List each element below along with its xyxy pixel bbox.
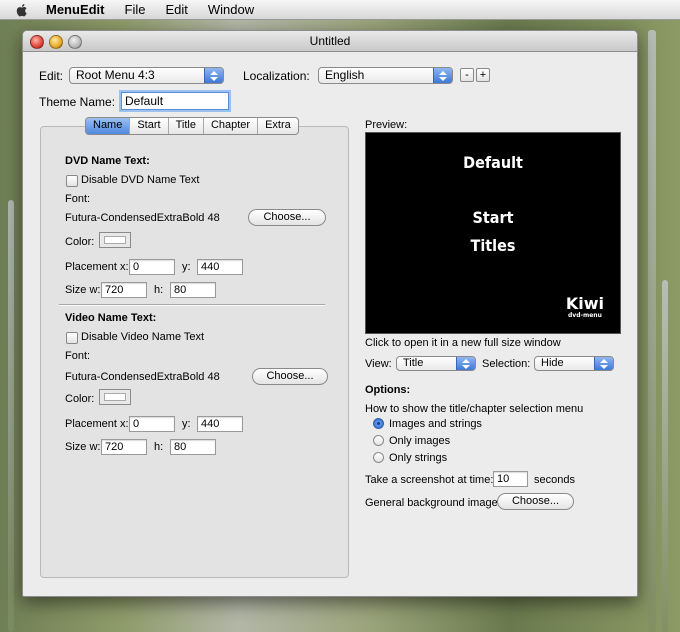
screenshot-time-input[interactable]: 10 <box>493 471 528 487</box>
menu-file[interactable]: File <box>125 2 146 17</box>
minimize-button[interactable] <box>49 35 63 49</box>
radio-images-and-strings-label: Images and strings <box>389 418 482 430</box>
preview-titles-text: Titles <box>470 236 516 255</box>
localization-label: Localization: <box>243 69 310 83</box>
radio-images-and-strings[interactable] <box>373 418 384 429</box>
video-name-heading: Video Name Text: <box>65 312 157 324</box>
close-button[interactable] <box>30 35 44 49</box>
preview-image[interactable]: Default Start Titles Kiwi dvd-menu <box>365 132 621 334</box>
menu-edit[interactable]: Edit <box>165 2 187 17</box>
popup-arrows-icon <box>433 68 452 83</box>
preview-start-text: Start <box>472 208 514 227</box>
selection-menu-question: How to show the title/chapter selection … <box>365 403 584 415</box>
dvd-font-choose-button[interactable]: Choose... <box>248 209 326 226</box>
dvd-size-label: Size w: <box>65 284 101 296</box>
background-image-label: General background image: <box>365 497 501 509</box>
dvd-name-heading: DVD Name Text: <box>65 155 150 167</box>
popup-arrows-icon <box>456 357 475 370</box>
view-select[interactable]: Title <box>396 356 476 371</box>
remove-localization-button[interactable]: - <box>460 68 474 82</box>
main-window: Untitled Edit: Root Menu 4:3 Localizatio… <box>22 30 638 597</box>
options-heading: Options: <box>365 384 411 396</box>
kiwi-logo-subtext: dvd-menu <box>567 312 602 319</box>
preview-hint: Click to open it in a new full size wind… <box>365 337 561 349</box>
dvd-size-w-input[interactable]: 720 <box>101 282 147 298</box>
video-size-w-input[interactable]: 720 <box>101 439 147 455</box>
dvd-placement-x-input[interactable]: 0 <box>129 259 175 275</box>
tab-title[interactable]: Title <box>169 118 204 134</box>
dvd-h-label: h: <box>154 284 164 296</box>
dvd-font-label: Font: <box>65 193 91 205</box>
window-title: Untitled <box>309 34 351 48</box>
kiwi-logo-text: Kiwi <box>565 294 604 313</box>
theme-name-input[interactable]: Default <box>121 92 229 110</box>
preview-label: Preview: <box>365 119 408 131</box>
edit-menu-value: Root Menu 4:3 <box>76 68 155 82</box>
background-stalk <box>8 200 14 632</box>
dvd-color-well[interactable] <box>99 232 131 248</box>
video-font-choose-button[interactable]: Choose... <box>252 368 328 385</box>
background-stalk <box>648 30 656 632</box>
video-placement-x-input[interactable]: 0 <box>129 416 175 432</box>
theme-name-label: Theme Name: <box>39 95 116 109</box>
edit-label: Edit: <box>39 69 64 83</box>
radio-only-strings-label: Only strings <box>389 452 448 464</box>
dvd-y-label: y: <box>182 261 191 273</box>
menu-bar: MenuEdit File Edit Window <box>0 0 680 20</box>
view-label: View: <box>365 358 392 370</box>
video-size-label: Size w: <box>65 441 101 453</box>
tab-chapter[interactable]: Chapter <box>204 118 259 134</box>
video-font-value: Futura-CondensedExtraBold 48 <box>65 371 220 383</box>
add-localization-button[interactable]: + <box>476 68 490 82</box>
video-h-label: h: <box>154 441 164 453</box>
screenshot-time-label: Take a screenshot at time: <box>365 474 494 486</box>
selection-select[interactable]: Hide <box>534 356 614 371</box>
dvd-placement-y-input[interactable]: 440 <box>197 259 243 275</box>
kiwi-logo: Kiwi dvd-menu <box>565 294 604 320</box>
radio-only-images-label: Only images <box>389 435 451 447</box>
video-placement-label: Placement x: <box>65 418 129 430</box>
section-divider <box>59 304 325 306</box>
video-color-well[interactable] <box>99 389 131 405</box>
dvd-size-h-input[interactable]: 80 <box>170 282 216 298</box>
view-value: Title <box>403 357 424 369</box>
video-y-label: y: <box>182 418 191 430</box>
disable-dvd-name-label: Disable DVD Name Text <box>81 174 200 186</box>
dvd-placement-label: Placement x: <box>65 261 129 273</box>
radio-only-strings[interactable] <box>373 452 384 463</box>
menu-window[interactable]: Window <box>208 2 254 17</box>
radio-only-images[interactable] <box>373 435 384 446</box>
zoom-button[interactable] <box>68 35 82 49</box>
video-size-h-input[interactable]: 80 <box>170 439 216 455</box>
tab-extra[interactable]: Extra <box>258 118 298 134</box>
tab-bar: Name Start Title Chapter Extra <box>85 117 299 135</box>
tab-name[interactable]: Name <box>86 118 131 134</box>
video-font-label: Font: <box>65 350 91 362</box>
apple-icon[interactable] <box>14 2 30 18</box>
video-color-label: Color: <box>65 393 95 405</box>
popup-arrows-icon <box>204 68 223 83</box>
preview-theme-name: Default <box>463 153 523 172</box>
menu-app-name[interactable]: MenuEdit <box>46 2 105 17</box>
dvd-color-label: Color: <box>65 236 95 248</box>
title-bar[interactable]: Untitled <box>23 31 637 52</box>
dvd-font-value: Futura-CondensedExtraBold 48 <box>65 212 220 224</box>
popup-arrows-icon <box>594 357 613 370</box>
background-image-choose-button[interactable]: Choose... <box>497 493 574 510</box>
edit-menu-select[interactable]: Root Menu 4:3 <box>69 67 224 84</box>
video-placement-y-input[interactable]: 440 <box>197 416 243 432</box>
selection-label: Selection: <box>482 358 531 370</box>
seconds-label: seconds <box>534 474 575 486</box>
tab-start[interactable]: Start <box>130 118 169 134</box>
selection-value: Hide <box>541 357 564 369</box>
disable-video-name-checkbox[interactable] <box>66 332 78 344</box>
disable-video-name-label: Disable Video Name Text <box>81 331 205 343</box>
localization-select[interactable]: English <box>318 67 453 84</box>
background-stalk <box>662 280 668 632</box>
disable-dvd-name-checkbox[interactable] <box>66 175 78 187</box>
localization-value: English <box>325 68 365 82</box>
